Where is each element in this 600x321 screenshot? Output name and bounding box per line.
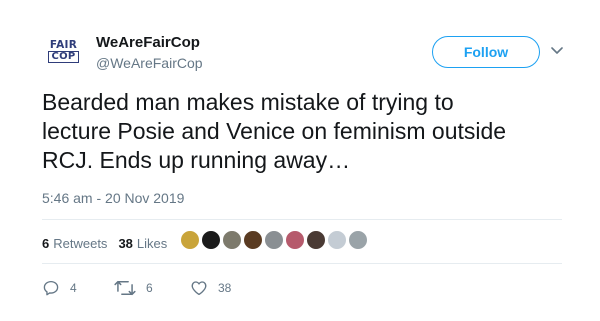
likes-stat[interactable]: 38 Likes bbox=[118, 236, 167, 251]
liker-avatar[interactable] bbox=[201, 230, 221, 250]
reply-icon bbox=[43, 280, 59, 296]
follow-button[interactable]: Follow bbox=[432, 36, 540, 68]
liker-avatar[interactable] bbox=[327, 230, 347, 250]
liker-avatar[interactable] bbox=[243, 230, 263, 250]
avatar[interactable]: FAIR COP bbox=[42, 30, 85, 73]
logo-text-bottom: COP bbox=[48, 51, 79, 64]
retweets-label: Retweets bbox=[53, 236, 108, 251]
logo-text-top: FAIR bbox=[49, 38, 78, 51]
tweet-text: Bearded man makes mistake of trying to l… bbox=[42, 89, 507, 173]
divider bbox=[42, 263, 562, 264]
liker-avatars bbox=[180, 230, 369, 252]
tweet-card: FAIR COP WeAreFairCop @WeAreFairCop Foll… bbox=[0, 0, 600, 321]
reply-count: 4 bbox=[70, 281, 77, 295]
retweet-icon bbox=[114, 280, 136, 296]
retweet-count: 6 bbox=[146, 281, 153, 295]
more-options-chevron-down-icon[interactable] bbox=[549, 43, 565, 59]
like-count: 38 bbox=[218, 281, 232, 295]
retweets-stat[interactable]: 6 Retweets bbox=[42, 236, 107, 251]
divider bbox=[42, 219, 562, 220]
liker-avatar[interactable] bbox=[264, 230, 284, 250]
timestamp[interactable]: 5:46 am - 20 Nov 2019 bbox=[42, 190, 184, 206]
retweet-button[interactable]: 6 bbox=[114, 278, 153, 298]
liker-avatar[interactable] bbox=[285, 230, 305, 250]
likes-count: 38 bbox=[118, 236, 133, 251]
retweets-count: 6 bbox=[42, 236, 50, 251]
likes-label: Likes bbox=[136, 236, 168, 251]
faircop-logo: FAIR COP bbox=[47, 35, 81, 69]
liker-avatar[interactable] bbox=[222, 230, 242, 250]
handle[interactable]: @WeAreFairCop bbox=[96, 55, 203, 71]
heart-icon bbox=[191, 281, 207, 296]
display-name[interactable]: WeAreFairCop bbox=[96, 34, 200, 51]
like-button[interactable]: 38 bbox=[190, 278, 231, 298]
liker-avatar[interactable] bbox=[306, 230, 326, 250]
reply-button[interactable]: 4 bbox=[42, 278, 77, 298]
liker-avatar[interactable] bbox=[348, 230, 368, 250]
engagement-stats: 6 Retweets 38 Likes bbox=[42, 236, 167, 251]
liker-avatar[interactable] bbox=[180, 230, 200, 250]
